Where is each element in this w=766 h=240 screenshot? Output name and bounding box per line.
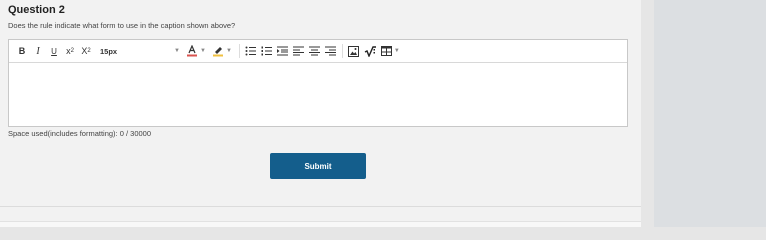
question-card: Question 2 Does the rule indicate what f…: [0, 0, 641, 207]
math-equation-button[interactable]: [364, 43, 377, 59]
align-left-button[interactable]: [293, 43, 305, 59]
next-question-card: [0, 221, 641, 227]
font-size-select[interactable]: 15px ▼: [100, 43, 180, 59]
align-left-icon: [293, 46, 305, 56]
toolbar-divider: [341, 44, 343, 58]
font-color-icon: [186, 45, 198, 57]
numbered-list-button[interactable]: [261, 43, 273, 59]
highlight-color-button[interactable]: ▼: [212, 45, 232, 57]
font-color-button[interactable]: ▼: [186, 45, 206, 57]
chevron-down-icon: ▼: [393, 48, 400, 54]
chevron-down-icon: ▼: [200, 48, 206, 54]
question-prompt: Does the rule indicate what form to use …: [8, 21, 236, 30]
subscript-button[interactable]: X2: [80, 43, 92, 59]
editor-toolbar: B I U x2 X2 15px ▼ ▼ ▼ ▼: [9, 40, 627, 63]
insert-image-button[interactable]: [348, 43, 360, 59]
bullet-list-icon: [245, 46, 257, 56]
insert-table-icon: [380, 46, 392, 56]
bullet-list-button[interactable]: [245, 43, 257, 59]
chevron-down-icon: ▼: [174, 48, 180, 54]
bold-button[interactable]: B: [16, 43, 28, 59]
right-sidebar: [654, 0, 766, 227]
space-used-counter: Space used(includes formatting): 0 / 300…: [8, 129, 152, 138]
superscript-button[interactable]: x2: [64, 43, 76, 59]
answer-text-area[interactable]: [9, 63, 627, 127]
italic-button[interactable]: I: [32, 43, 44, 59]
align-right-icon: [325, 46, 337, 56]
toolbar-divider: [238, 44, 240, 58]
indent-icon: [277, 46, 289, 56]
submit-button[interactable]: Submit: [270, 153, 366, 179]
math-equation-icon: [364, 45, 377, 57]
numbered-list-icon: [261, 46, 273, 56]
main-content: Question 2 Does the rule indicate what f…: [0, 0, 641, 227]
question-title: Question 2: [8, 4, 65, 16]
page: Question 2 Does the rule indicate what f…: [0, 0, 766, 227]
align-center-icon: [309, 46, 321, 56]
highlight-color-icon: [212, 45, 224, 57]
font-size-value: 15px: [100, 46, 118, 56]
align-right-button[interactable]: [325, 43, 337, 59]
insert-table-button[interactable]: ▼: [380, 43, 400, 59]
align-center-button[interactable]: [309, 43, 321, 59]
indent-button[interactable]: [277, 43, 289, 59]
chevron-down-icon: ▼: [225, 48, 232, 54]
underline-button[interactable]: U: [48, 43, 60, 59]
subscript-mark: 2: [87, 48, 91, 54]
superscript-mark: 2: [70, 48, 74, 54]
insert-image-icon: [348, 45, 360, 57]
rich-text-editor: B I U x2 X2 15px ▼ ▼ ▼ ▼: [8, 39, 628, 127]
